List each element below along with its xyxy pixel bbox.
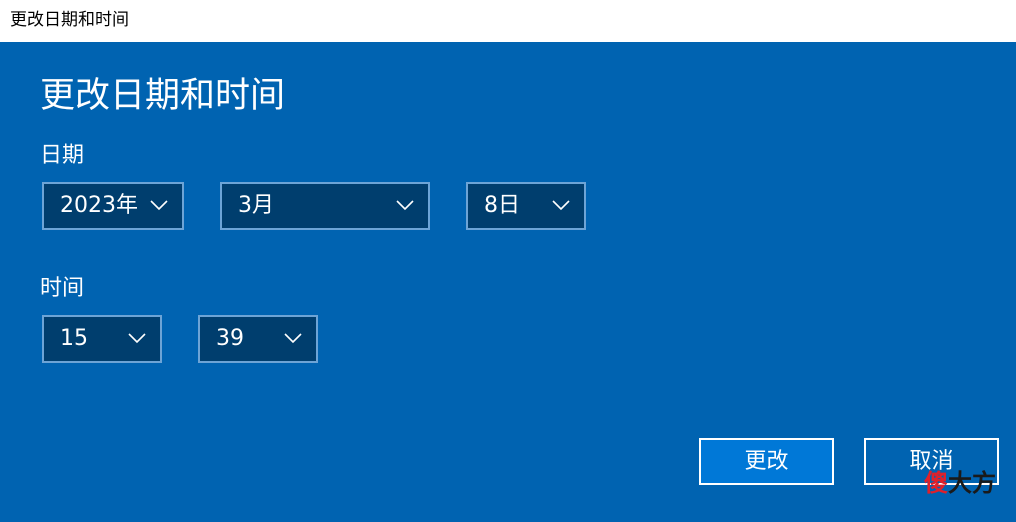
chevron-down-icon xyxy=(128,333,146,344)
chevron-down-icon xyxy=(552,200,570,211)
watermark-part-1: 傻 xyxy=(924,469,948,497)
window: 更改日期和时间 更改日期和时间 日期 2023年 3月 8日 时间 15 39 … xyxy=(0,0,1016,522)
month-value: 3月 xyxy=(238,193,274,218)
minute-dropdown[interactable]: 39 xyxy=(198,315,318,363)
chevron-down-icon xyxy=(284,333,302,344)
chevron-down-icon xyxy=(396,200,414,211)
year-value: 2023年 xyxy=(60,193,138,218)
watermark: 傻大方 xyxy=(924,468,996,498)
title-bar: 更改日期和时间 xyxy=(0,0,1016,42)
hour-value: 15 xyxy=(60,326,88,351)
year-dropdown[interactable]: 2023年 xyxy=(42,182,184,230)
page-title: 更改日期和时间 xyxy=(40,76,286,116)
minute-value: 39 xyxy=(216,326,244,351)
time-label: 时间 xyxy=(40,276,85,301)
date-label: 日期 xyxy=(40,143,85,168)
day-dropdown[interactable]: 8日 xyxy=(466,182,586,230)
window-title: 更改日期和时间 xyxy=(10,10,129,30)
day-value: 8日 xyxy=(484,193,520,218)
change-button[interactable]: 更改 xyxy=(699,438,834,485)
chevron-down-icon xyxy=(150,200,168,211)
watermark-part-2: 大方 xyxy=(948,469,996,497)
dialog-content: 更改日期和时间 日期 2023年 3月 8日 时间 15 39 更改 取消 傻大… xyxy=(0,42,1016,522)
hour-dropdown[interactable]: 15 xyxy=(42,315,162,363)
month-dropdown[interactable]: 3月 xyxy=(220,182,430,230)
